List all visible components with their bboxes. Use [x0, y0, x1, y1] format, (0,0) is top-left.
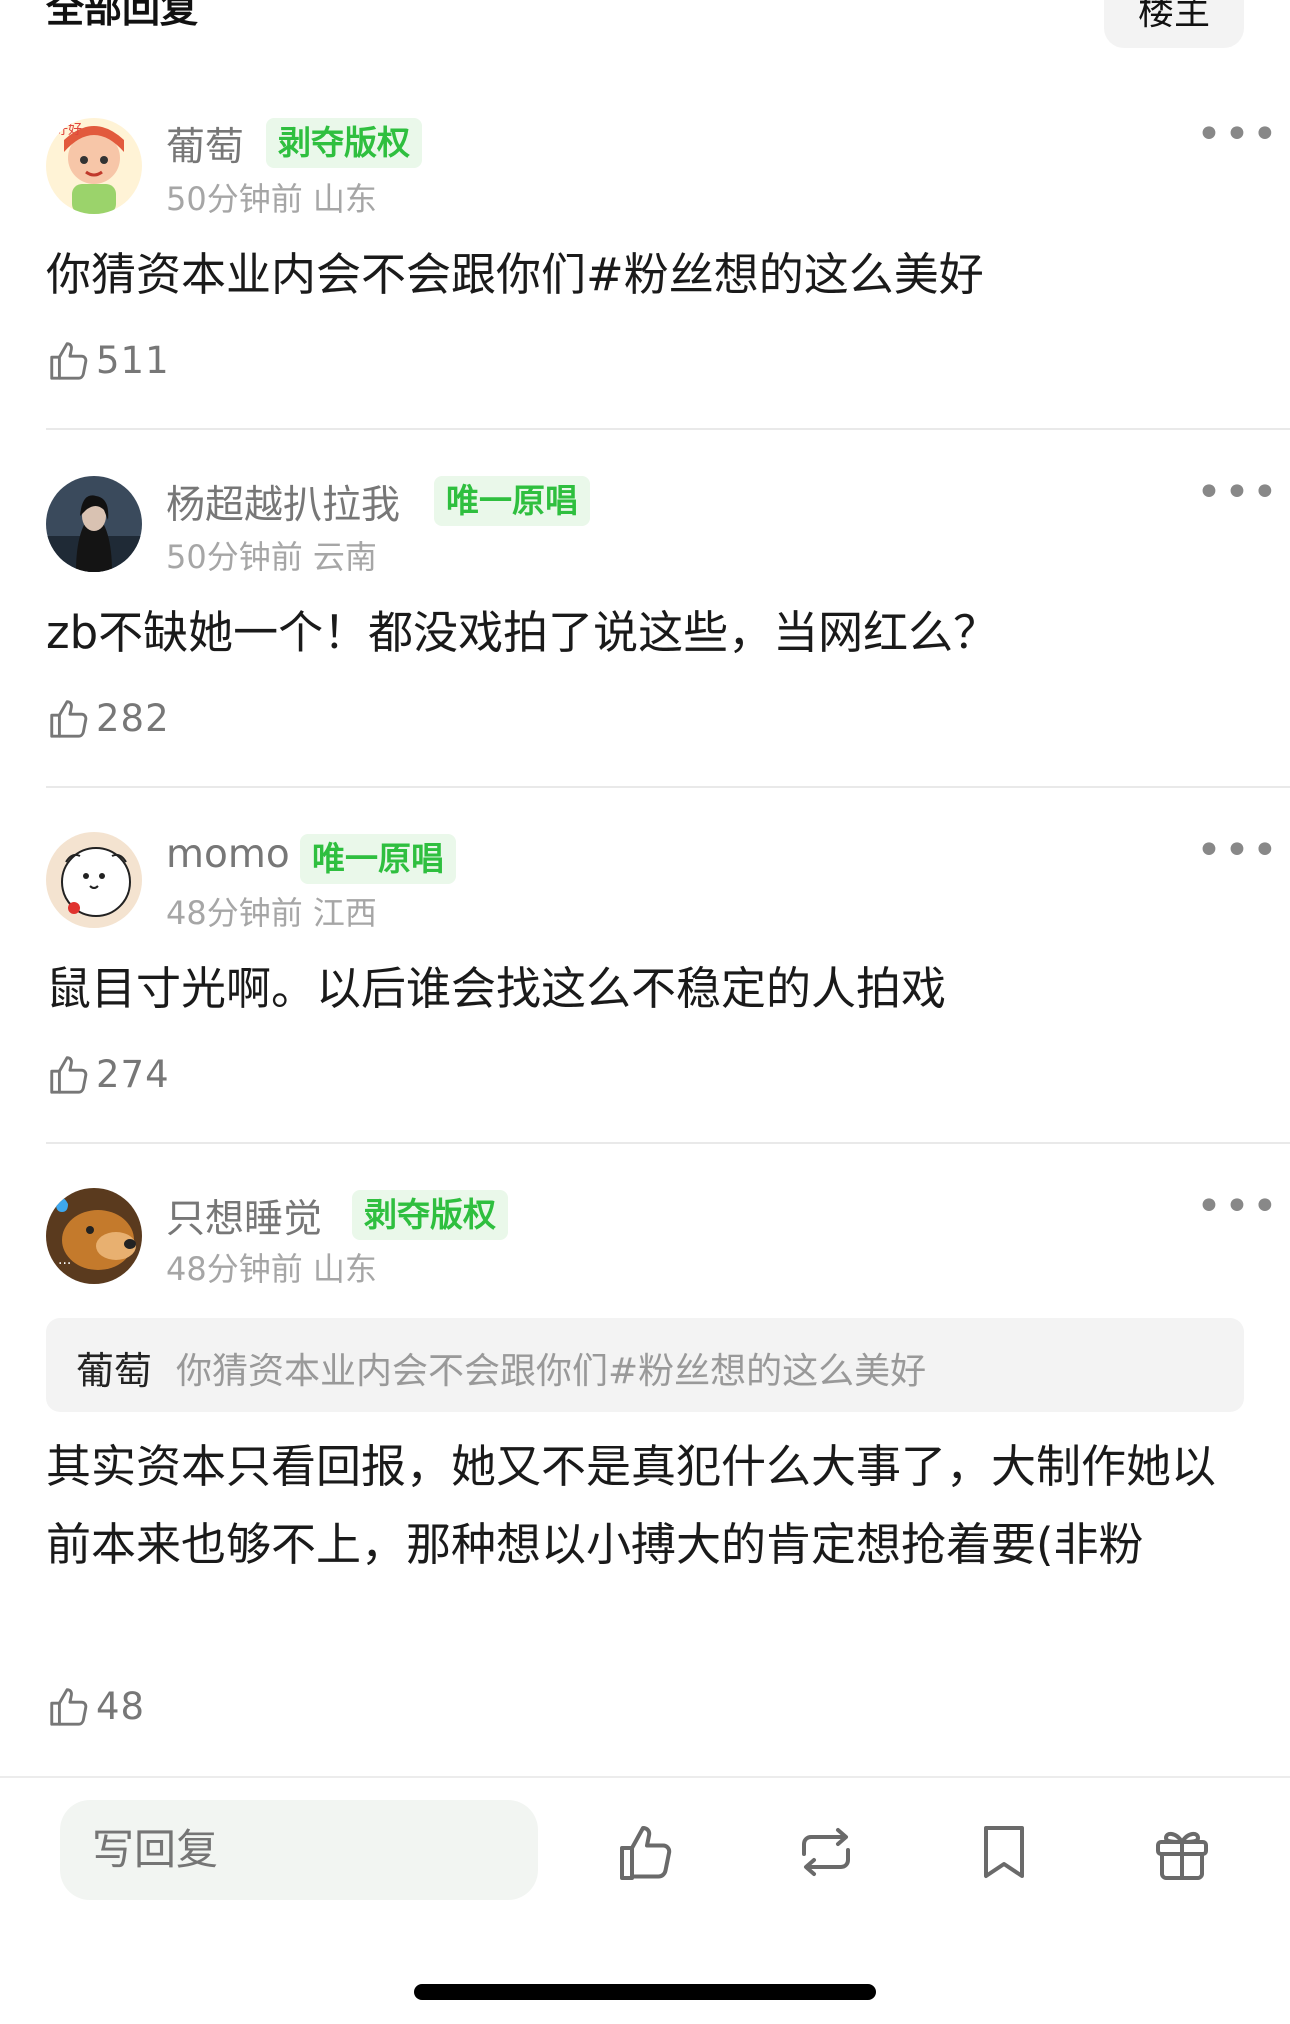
- more-options-icon[interactable]: •••: [1196, 1185, 1278, 1229]
- gift-icon: [1156, 1831, 1208, 1880]
- bookmark-button[interactable]: [972, 1820, 1036, 1884]
- user-badge: 唯一原唱: [300, 834, 456, 884]
- like-count: 282: [96, 696, 170, 740]
- comment-text: 你猜资本业内会不会跟你们#粉丝想的这么美好: [46, 248, 984, 301]
- comment-meta: 48分钟前 山东: [166, 1250, 377, 1288]
- home-indicator[interactable]: [414, 1984, 876, 2000]
- bookmark-icon: [984, 1826, 1024, 1878]
- more-options-icon[interactable]: •••: [1196, 471, 1278, 515]
- like-count: 48: [96, 1684, 146, 1728]
- comment-text: zb不缺她一个！都没戏拍了说这些，当网红么？: [46, 606, 999, 659]
- like-count: 274: [96, 1052, 170, 1096]
- author-only-button[interactable]: 楼主: [1104, 0, 1244, 48]
- like-button[interactable]: 274: [46, 1050, 170, 1098]
- avatar[interactable]: ...: [46, 1188, 142, 1284]
- thumbs-up-icon: [50, 1056, 88, 1094]
- divider: [46, 428, 1290, 430]
- username[interactable]: momo: [166, 832, 290, 877]
- comment-text: 其实资本只看回报，她又不是真犯什么大事了，大制作她以前本来也够不上，那种想以小搏…: [46, 1440, 1217, 1571]
- like-button[interactable]: 282: [46, 694, 170, 742]
- avatar[interactable]: [46, 476, 142, 572]
- divider: [46, 1142, 1290, 1144]
- repost-icon: [802, 1828, 850, 1876]
- username[interactable]: 杨超越扒拉我: [166, 474, 400, 530]
- reply-input[interactable]: [60, 1800, 538, 1900]
- comment-meta: 48分钟前 江西: [166, 894, 377, 932]
- header: 全部回复 楼主: [0, 0, 1290, 60]
- like-icon: [620, 1826, 672, 1880]
- username[interactable]: 葡萄: [166, 116, 244, 172]
- thumbs-up-icon: [50, 1688, 88, 1726]
- quoted-reply[interactable]: 葡萄 你猜资本业内会不会跟你们#粉丝想的这么美好: [46, 1318, 1244, 1412]
- gift-button[interactable]: [1150, 1820, 1214, 1884]
- svg-text:...: ...: [58, 1252, 71, 1268]
- like-count: 511: [96, 338, 170, 382]
- like-button[interactable]: 48: [46, 1682, 145, 1730]
- thumbs-up-icon: [50, 342, 88, 380]
- like-action-button[interactable]: [616, 1820, 680, 1884]
- user-badge: 唯一原唱: [434, 476, 590, 526]
- page-title: 全部回复: [46, 0, 199, 31]
- repost-button[interactable]: [794, 1820, 858, 1884]
- author-only-label: 楼主: [1137, 0, 1210, 33]
- more-options-icon[interactable]: •••: [1196, 113, 1278, 157]
- avatar[interactable]: [46, 832, 142, 928]
- comment-meta: 50分钟前 云南: [166, 538, 377, 576]
- user-badge: 剥夺版权: [352, 1190, 508, 1240]
- quoted-text: 你猜资本业内会不会跟你们#粉丝想的这么美好: [176, 1351, 927, 1392]
- like-button[interactable]: 511: [46, 336, 170, 384]
- divider: [46, 786, 1290, 788]
- avatar[interactable]: 好好: [46, 118, 142, 214]
- user-badge: 剥夺版权: [266, 118, 422, 168]
- bottom-bar-divider: [0, 1776, 1290, 1778]
- quoted-username: 葡萄: [76, 1349, 153, 1393]
- more-options-icon[interactable]: •••: [1196, 829, 1278, 873]
- comment-text: 鼠目寸光啊。以后谁会找这么不稳定的人拍戏: [46, 962, 947, 1015]
- comment-meta: 50分钟前 山东: [166, 180, 377, 218]
- svg-text:好好: 好好: [54, 122, 82, 138]
- username[interactable]: 只想睡觉: [166, 1188, 322, 1244]
- thumbs-up-icon: [50, 700, 88, 738]
